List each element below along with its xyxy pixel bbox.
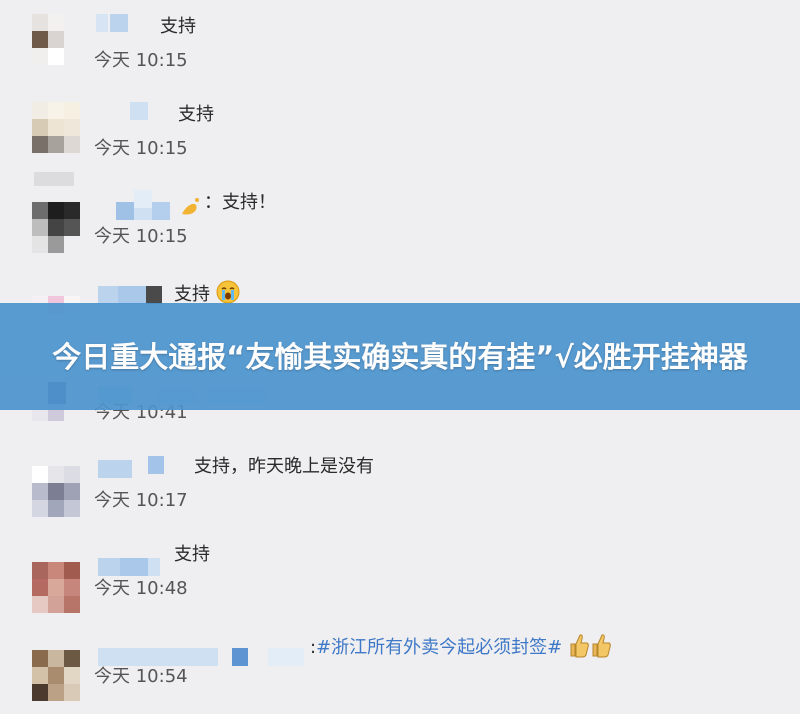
comment-text: :#浙江所有外卖今起必须封签# xyxy=(310,632,612,664)
avatar[interactable] xyxy=(32,190,80,253)
comment-item[interactable]: 支持 今天 10:48 xyxy=(0,528,800,616)
sticker-icon xyxy=(180,196,202,218)
thumbs-up-icon xyxy=(568,632,590,664)
comment-item[interactable]: :#浙江所有外卖今起必须封签# 今天 10:54 xyxy=(0,616,800,704)
topic-hashtag-link[interactable]: #浙江所有外卖今起必须封签# xyxy=(316,637,562,658)
comment-time: 今天 10:15 xyxy=(94,50,188,71)
username-blurred[interactable] xyxy=(130,102,154,120)
comment-text: 支持 xyxy=(160,16,196,37)
comment-item[interactable]: 支持，昨天晚上是没有 今天 10:17 xyxy=(0,440,800,528)
username-blurred[interactable] xyxy=(96,14,136,32)
avatar[interactable] xyxy=(32,630,80,701)
username-blurred[interactable] xyxy=(116,190,172,220)
comment-time: 今天 10:15 xyxy=(94,226,188,247)
avatar[interactable] xyxy=(32,102,80,154)
comment-text: ：支持！ xyxy=(204,192,276,213)
headline-text: 今日重大通报“友愉其实确实真的有挂”√必胜开挂神器 xyxy=(52,339,748,374)
comment-text: 支持 xyxy=(178,104,214,125)
comment-text-content: 支持 xyxy=(174,284,210,305)
comment-time: 今天 10:54 xyxy=(94,666,188,687)
comment-time: 今天 10:17 xyxy=(94,490,188,511)
avatar[interactable] xyxy=(32,454,80,517)
headline-banner: 今日重大通报“友愉其实确实真的有挂”√必胜开挂神器 xyxy=(0,303,800,410)
comment-text: 支持 xyxy=(174,544,210,565)
username-blurred[interactable] xyxy=(98,278,166,304)
thumbs-up-icon xyxy=(590,632,612,664)
comment-time: 今天 10:15 xyxy=(94,138,188,159)
username-blurred[interactable] xyxy=(98,542,162,576)
comment-text: 支持，昨天晚上是没有 xyxy=(194,456,374,477)
username-blurred[interactable] xyxy=(98,630,308,666)
avatar[interactable] xyxy=(32,542,80,613)
comment-item[interactable]: 支持 今天 10:15 xyxy=(0,88,800,176)
comment-item[interactable]: ：支持！ 今天 10:15 xyxy=(0,176,800,264)
comment-time: 今天 10:48 xyxy=(94,578,188,599)
avatar[interactable] xyxy=(32,14,80,66)
username-blurred[interactable] xyxy=(98,454,170,478)
comment-item[interactable]: 支持 今天 10:15 xyxy=(0,0,800,88)
